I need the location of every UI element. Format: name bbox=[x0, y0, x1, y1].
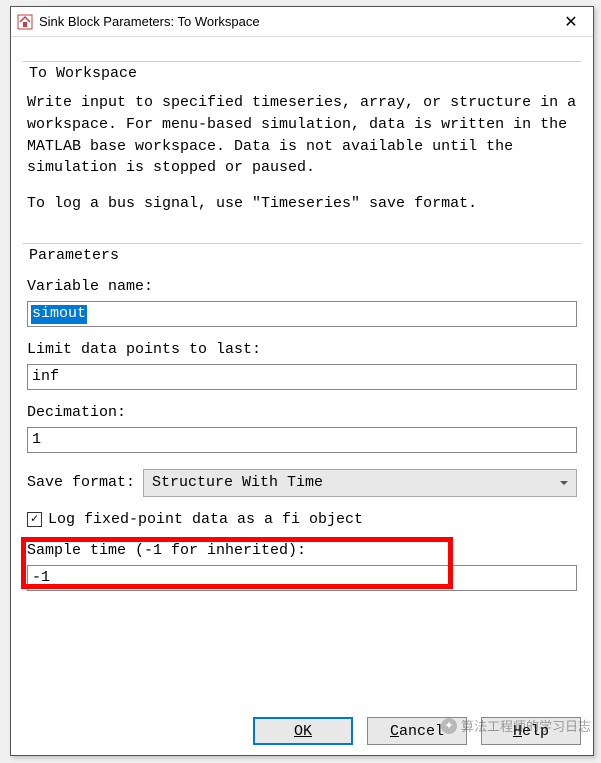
limit-points-input[interactable] bbox=[27, 364, 577, 390]
ok-button[interactable]: OK bbox=[253, 717, 353, 745]
description-p2: To log a bus signal, use "Timeseries" sa… bbox=[27, 193, 577, 215]
log-fixed-checkbox[interactable]: ✓ bbox=[27, 512, 42, 527]
sample-time-input[interactable] bbox=[27, 565, 577, 591]
dialog-window: Sink Block Parameters: To Workspace ✕ To… bbox=[10, 6, 594, 756]
log-fixed-label: Log fixed-point data as a fi object bbox=[48, 511, 363, 528]
decimation-label: Decimation: bbox=[27, 404, 577, 421]
parameters-title: Parameters bbox=[29, 247, 123, 264]
decimation-input[interactable] bbox=[27, 427, 577, 453]
variable-name-selection: simout bbox=[31, 305, 87, 324]
watermark: ✦ 算法工程师的学习日志 bbox=[441, 716, 591, 735]
close-icon: ✕ bbox=[564, 12, 577, 32]
description-p1: Write input to specified timeseries, arr… bbox=[27, 92, 577, 179]
section-parameters: Parameters Variable name: simout Limit d… bbox=[23, 235, 581, 595]
variable-name-label: Variable name: bbox=[27, 278, 577, 295]
save-format-value: Structure With Time bbox=[152, 474, 323, 491]
save-format-row: Save format: Structure With Time bbox=[27, 469, 577, 497]
variable-name-input[interactable] bbox=[27, 301, 577, 327]
save-format-dropdown[interactable]: Structure With Time bbox=[143, 469, 577, 497]
save-format-label: Save format: bbox=[27, 474, 135, 491]
chevron-down-icon bbox=[560, 481, 568, 485]
watermark-icon: ✦ bbox=[441, 718, 457, 734]
dialog-content: To Workspace Write input to specified ti… bbox=[11, 37, 593, 603]
limit-points-label: Limit data points to last: bbox=[27, 341, 577, 358]
description: Write input to specified timeseries, arr… bbox=[27, 92, 577, 215]
sample-time-label: Sample time (-1 for inherited): bbox=[27, 542, 577, 559]
section-title: To Workspace bbox=[29, 65, 141, 82]
app-icon bbox=[17, 14, 33, 30]
titlebar[interactable]: Sink Block Parameters: To Workspace ✕ bbox=[11, 7, 593, 37]
log-fixed-row: ✓ Log fixed-point data as a fi object bbox=[27, 511, 577, 528]
watermark-text: 算法工程师的学习日志 bbox=[461, 716, 591, 735]
close-button[interactable]: ✕ bbox=[549, 7, 593, 37]
section-to-workspace: To Workspace Write input to specified ti… bbox=[23, 53, 581, 233]
window-title: Sink Block Parameters: To Workspace bbox=[39, 14, 260, 29]
